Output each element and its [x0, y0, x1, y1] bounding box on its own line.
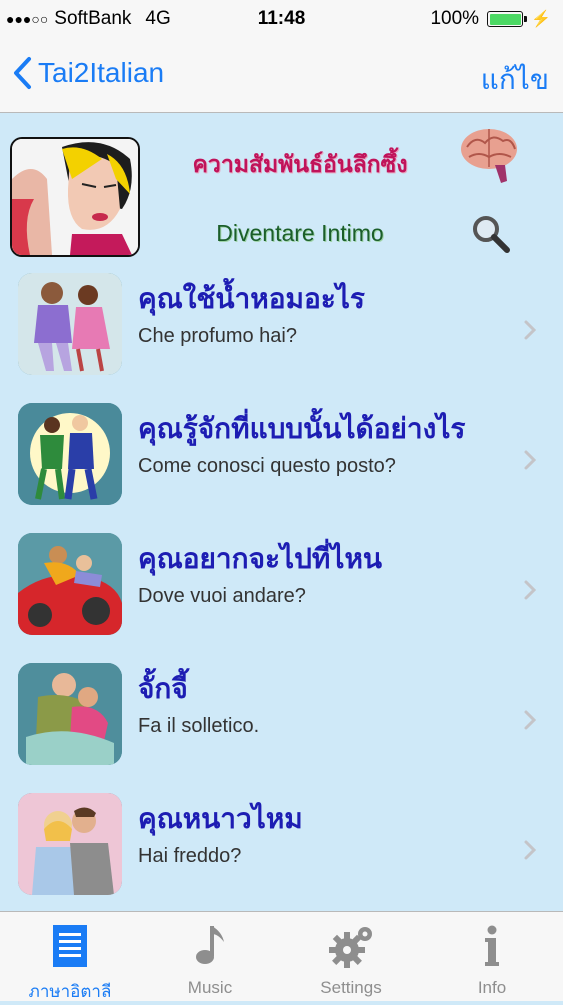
phrase-italian: Fa il solletico.: [138, 715, 260, 737]
phrase-thai: คุณหนาวไหม: [138, 803, 303, 834]
tab-label: ภาษาอิตาลี: [28, 982, 112, 1001]
phrase-thai: คุณอยากจะไปที่ไหน: [138, 543, 383, 574]
navigation-bar: Tai2Italian แก้ไข: [0, 38, 563, 113]
tab-label: Info: [477, 978, 507, 997]
phrase-thai: จั้กจี้: [138, 673, 188, 704]
phrase-italian: Come conosci questo posto?: [138, 455, 396, 477]
battery-icon: [487, 11, 528, 27]
chevron-right-icon: [523, 709, 537, 736]
phrase-thumbnail: [18, 533, 122, 635]
phrase-thumbnail: [18, 663, 122, 765]
list-item[interactable]: คุณใช้น้ำหอมอะไร Che profumo hai?: [0, 263, 563, 393]
search-icon[interactable]: [470, 213, 512, 255]
category-image: [10, 137, 140, 257]
document-list-icon: [52, 924, 88, 973]
tab-info[interactable]: Info: [422, 912, 562, 1001]
tab-settings[interactable]: Settings: [281, 912, 421, 1001]
tab-italian[interactable]: ภาษาอิตาลี: [0, 912, 140, 1001]
phrase-thumbnail: [18, 793, 122, 895]
category-header: ความสัมพันธ์อันลึกซึ้ง Diventare Intimo: [0, 113, 563, 263]
brain-icon[interactable]: [459, 125, 523, 189]
list-item[interactable]: จั้กจี้ Fa il solletico.: [0, 653, 563, 783]
chevron-right-icon: [523, 449, 537, 476]
info-icon: [482, 924, 502, 973]
battery-percent: 100%: [430, 8, 480, 29]
status-right: 100% ⚡: [430, 8, 551, 30]
phrase-list: คุณใช้น้ำหอมอะไร Che profumo hai? คุณรู้…: [0, 263, 563, 913]
edit-button[interactable]: แก้ไข: [481, 58, 549, 102]
phrase-italian: Che profumo hai?: [138, 325, 297, 347]
back-button[interactable]: Tai2Italian: [12, 56, 164, 90]
category-title-thai: ความสัมพันธ์อันลึกซึ้ง: [192, 151, 408, 177]
battery-fill: [489, 13, 521, 25]
phrase-italian: Hai freddo?: [138, 845, 242, 867]
category-title-italian: Diventare Intimo: [216, 220, 384, 246]
phrase-thumbnail: [18, 273, 122, 375]
chevron-right-icon: [523, 319, 537, 346]
tab-music[interactable]: Music: [140, 912, 280, 1001]
chevron-left-icon: [12, 56, 32, 90]
tab-bar: ภาษาอิตาลี Music Settings Info: [0, 911, 563, 1001]
chevron-right-icon: [523, 839, 537, 866]
back-label: Tai2Italian: [38, 57, 165, 88]
chevron-right-icon: [523, 579, 537, 606]
list-item[interactable]: คุณหนาวไหม Hai freddo?: [0, 783, 563, 913]
status-bar: ●●●○○ SoftBank 4G 11:48 100% ⚡: [0, 0, 563, 38]
phrase-thumbnail: [18, 403, 122, 505]
phrase-thai: คุณรู้จักที่แบบนั้นได้อย่างไร: [138, 413, 466, 444]
gear-icon: [327, 924, 375, 973]
music-note-icon: [192, 924, 228, 973]
phrase-thai: คุณใช้น้ำหอมอะไร: [138, 283, 365, 314]
phrase-italian: Dove vuoi andare?: [138, 585, 306, 607]
list-item[interactable]: คุณอยากจะไปที่ไหน Dove vuoi andare?: [0, 523, 563, 653]
tab-label: Settings: [320, 978, 382, 997]
list-item[interactable]: คุณรู้จักที่แบบนั้นได้อย่างไร Come conos…: [0, 393, 563, 523]
charging-icon: ⚡: [531, 11, 551, 28]
tab-label: Music: [187, 978, 233, 997]
